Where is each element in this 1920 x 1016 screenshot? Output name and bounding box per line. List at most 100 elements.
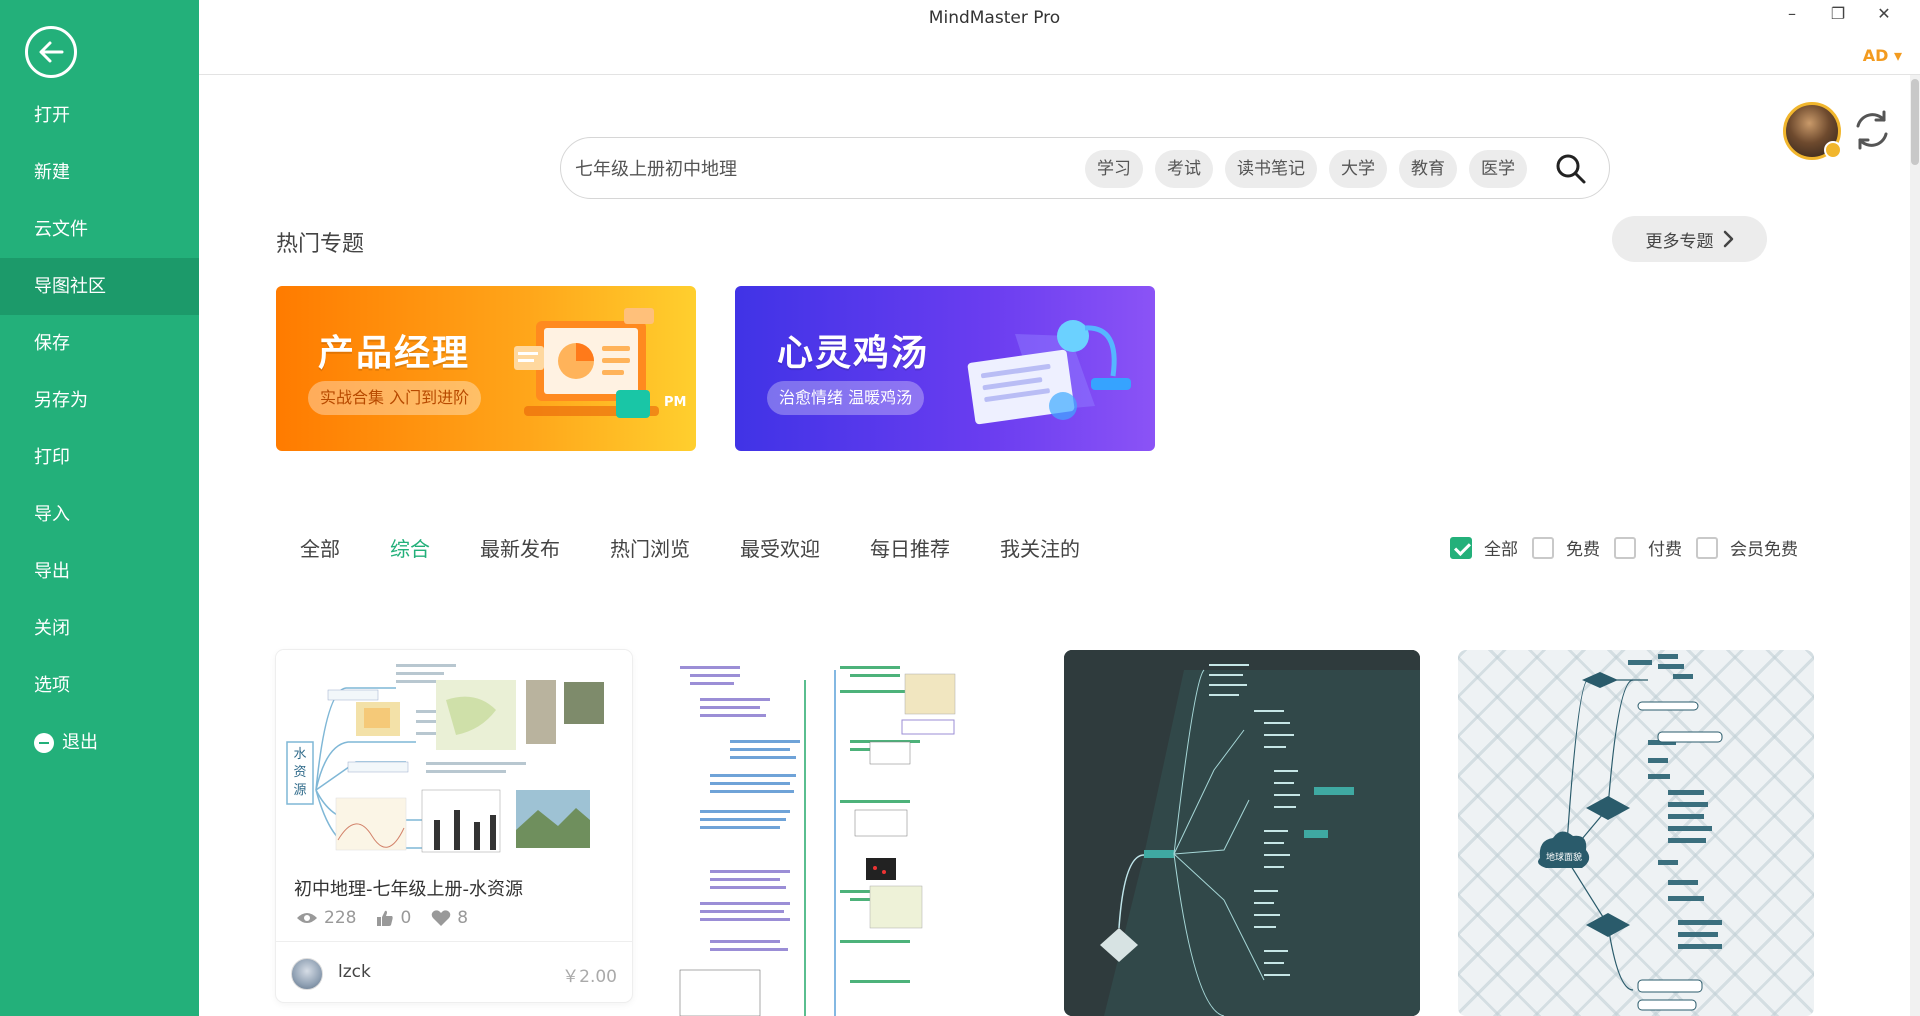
- vertical-scrollbar[interactable]: [1910, 75, 1920, 1016]
- thumb-label: 水: [293, 747, 306, 762]
- search-chip[interactable]: 教育: [1399, 150, 1457, 188]
- mindmap-thumbnail: [670, 650, 1026, 1016]
- sidebar-item-community[interactable]: 导图社区: [0, 258, 199, 315]
- search-icon[interactable]: [1553, 151, 1589, 187]
- favorites-count: 8: [457, 908, 469, 928]
- lamp-book-illustration: [967, 320, 1131, 425]
- mindmap-card[interactable]: [1064, 650, 1420, 1016]
- sidebar-item-label: 选项: [34, 675, 70, 696]
- section-title: 热门专题: [276, 232, 365, 257]
- sidebar-item-open[interactable]: 打开: [0, 87, 199, 144]
- search-chip[interactable]: 考试: [1155, 150, 1213, 188]
- more-topics-label: 更多专题: [1645, 231, 1714, 252]
- mindmap-card[interactable]: 水 资 源 初中地理-七年级上册-水资源 228 0 8 lzck ￥2.00: [276, 650, 632, 1002]
- sidebar-item-cloud-files[interactable]: 云文件: [0, 201, 199, 258]
- sidebar-item-export[interactable]: 导出: [0, 543, 199, 600]
- scrollbar-thumb[interactable]: [1911, 79, 1919, 165]
- sidebar-item-save[interactable]: 保存: [0, 315, 199, 372]
- mindmap-thumbnail: 水 资 源: [276, 650, 632, 865]
- search-chip[interactable]: 学习: [1085, 150, 1143, 188]
- tab-daily[interactable]: 每日推荐: [870, 533, 950, 562]
- tab-popular[interactable]: 最受欢迎: [740, 533, 820, 562]
- search-input[interactable]: [575, 152, 1055, 186]
- refresh-icon[interactable]: [1850, 108, 1894, 152]
- author-avatar[interactable]: [291, 958, 323, 990]
- tab-following[interactable]: 我关注的: [1000, 533, 1080, 562]
- thumb-label: 资: [293, 765, 306, 780]
- minimize-button[interactable]: –: [1777, 4, 1807, 23]
- sidebar-item-import[interactable]: 导入: [0, 486, 199, 543]
- sidebar-item-label: 导入: [34, 504, 70, 525]
- mindmap-thumbnail: [1064, 650, 1420, 1016]
- sidebar-item-label: 云文件: [34, 219, 88, 240]
- mindmap-card[interactable]: 地球面貌: [1458, 650, 1814, 1016]
- tab-hot[interactable]: 热门浏览: [610, 533, 690, 562]
- checkbox[interactable]: [1696, 536, 1718, 559]
- sidebar: 打开 新建 云文件 导图社区 保存 另存为 打印 导入 导出 关闭 选项 退出: [0, 0, 199, 1016]
- arrow-left-icon: [39, 41, 64, 63]
- banner-subtitle: 实战合集 入门到进阶: [308, 381, 482, 415]
- sidebar-item-label: 打印: [34, 447, 70, 468]
- likes-stat[interactable]: 0: [376, 908, 411, 928]
- close-button[interactable]: ✕: [1869, 4, 1899, 23]
- minus-circle-icon: [34, 732, 54, 753]
- filter-label: 免费: [1566, 540, 1600, 560]
- user-avatar[interactable]: [1783, 102, 1842, 160]
- filter-member-free[interactable]: 会员免费: [1696, 535, 1798, 560]
- sidebar-item-print[interactable]: 打印: [0, 429, 199, 486]
- filter-label: 付费: [1648, 540, 1682, 560]
- sidebar-item-label: 退出: [62, 732, 98, 753]
- filter-label: 全部: [1484, 540, 1518, 560]
- sidebar-item-new[interactable]: 新建: [0, 144, 199, 201]
- sidebar-item-label: 导出: [34, 561, 70, 582]
- search-chip[interactable]: 大学: [1329, 150, 1387, 188]
- favorites-stat[interactable]: 8: [431, 908, 468, 928]
- search-chip[interactable]: 读书笔记: [1225, 150, 1317, 188]
- search-chip[interactable]: 医学: [1469, 150, 1527, 188]
- sidebar-item-options[interactable]: 选项: [0, 657, 199, 714]
- sidebar-item-label: 打开: [34, 105, 70, 126]
- views-stat: 228: [296, 908, 356, 928]
- banner-title: 心灵鸡汤: [777, 333, 930, 374]
- filter-paid[interactable]: 付费: [1614, 535, 1682, 560]
- card-title: 初中地理-七年级上册-水资源: [294, 879, 523, 900]
- checkbox[interactable]: [1614, 536, 1636, 559]
- mindmap-card[interactable]: [670, 650, 1026, 1016]
- banner-product-manager[interactable]: 产品经理 实战合集 入门到进阶 PM: [276, 286, 696, 451]
- tab-latest[interactable]: 最新发布: [480, 533, 560, 562]
- sidebar-item-label: 新建: [34, 162, 70, 183]
- back-button[interactable]: [25, 26, 77, 78]
- thumb-label: 源: [293, 783, 306, 798]
- sidebar-item-label: 保存: [34, 333, 70, 354]
- more-topics-button[interactable]: 更多专题: [1612, 216, 1767, 262]
- banner-title: 产品经理: [318, 333, 471, 374]
- banner-chicken-soup[interactable]: 心灵鸡汤 治愈情绪 温暖鸡汤: [735, 286, 1155, 451]
- sidebar-item-label: 导图社区: [34, 276, 106, 297]
- chevron-right-icon: [1723, 230, 1733, 248]
- filter-free[interactable]: 免费: [1532, 535, 1600, 560]
- tab-all[interactable]: 全部: [300, 533, 340, 562]
- tab-comprehensive[interactable]: 综合: [390, 533, 430, 562]
- vip-badge-icon: [1824, 141, 1842, 159]
- heart-icon: [431, 910, 451, 926]
- sidebar-item-close[interactable]: 关闭: [0, 600, 199, 657]
- checkbox-checked[interactable]: [1450, 536, 1472, 559]
- filter-all[interactable]: 全部: [1450, 535, 1518, 560]
- title-bar: MindMaster Pro – ❐ ✕ AD ▾: [199, 0, 1920, 75]
- card-footer: lzck ￥2.00: [276, 941, 632, 1002]
- search-bar: 学习 考试 读书笔记 大学 教育 医学: [560, 137, 1610, 199]
- sidebar-menu: 打开 新建 云文件 导图社区 保存 另存为 打印 导入 导出 关闭 选项 退出: [0, 87, 199, 771]
- restore-button[interactable]: ❐: [1823, 4, 1853, 23]
- price-label: ￥2.00: [562, 967, 617, 987]
- thumbs-up-icon: [377, 910, 394, 926]
- card-stats: 228 0 8: [296, 908, 468, 928]
- checkbox[interactable]: [1532, 536, 1554, 559]
- sidebar-item-save-as[interactable]: 另存为: [0, 372, 199, 429]
- user-menu[interactable]: AD ▾: [1863, 46, 1902, 65]
- sidebar-item-exit[interactable]: 退出: [0, 714, 199, 771]
- author-name[interactable]: lzck: [338, 962, 371, 982]
- feed-tabs: 全部 综合 最新发布 热门浏览 最受欢迎 每日推荐 我关注的: [300, 533, 1130, 562]
- price-filters: 全部 免费 付费 会员免费: [1450, 535, 1812, 560]
- eye-icon: [297, 913, 317, 923]
- window-title: MindMaster Pro: [928, 8, 1061, 28]
